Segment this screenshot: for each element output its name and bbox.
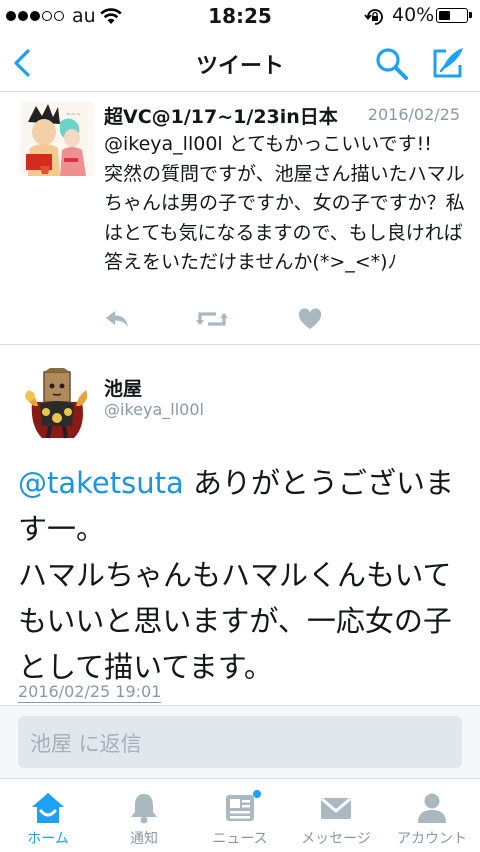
person-icon xyxy=(384,791,480,825)
avatar[interactable]: ~~~ xyxy=(20,102,94,176)
tweet-timestamp[interactable]: 2016/02/25 19:01 xyxy=(18,682,162,703)
battery-icon xyxy=(436,8,472,23)
tweet-text: @taketsuta ありがとうございます一。 ハマルちゃんもハマルくんもいても… xyxy=(18,460,468,690)
home-icon xyxy=(0,791,96,825)
battery-percentage: 40% xyxy=(392,4,435,26)
tab-notifications[interactable]: 通知 xyxy=(96,779,192,852)
rotation-lock-icon xyxy=(364,7,386,31)
reply-input[interactable]: 池屋 に返信 xyxy=(18,716,462,768)
reply-bar: 池屋 に返信 xyxy=(0,705,480,779)
display-name[interactable]: 超VC@1/17~1/23in日本 xyxy=(104,102,338,129)
tab-label: アカウント xyxy=(397,831,467,847)
tab-bar: ホーム 通知 ニュース メッセージ アカウント xyxy=(0,779,480,852)
tweet-date: 2016/02/25 xyxy=(367,105,460,124)
avatar[interactable] xyxy=(20,366,94,440)
tab-label: 通知 xyxy=(130,831,158,847)
like-heart-icon[interactable] xyxy=(298,308,322,334)
svg-text:~~~: ~~~ xyxy=(66,111,81,118)
search-icon[interactable] xyxy=(374,46,410,86)
bell-icon xyxy=(96,791,192,825)
tweet-first-line: @taketsuta ありがとうございます一。 xyxy=(18,460,468,552)
tweet-text-para2: ハマルちゃんもハマルくんもいてもいいと思いますが、一応女の子として描いてます。 xyxy=(18,558,452,684)
envelope-icon xyxy=(288,791,384,825)
tab-label: メッセージ xyxy=(301,831,371,847)
news-icon xyxy=(192,791,288,825)
tab-label: ホーム xyxy=(27,831,69,847)
reply-icon[interactable] xyxy=(104,308,130,334)
unread-dot-badge xyxy=(253,790,261,798)
tab-label: ニュース xyxy=(212,831,268,847)
mention-link[interactable]: @taketsuta xyxy=(18,466,184,500)
tab-messages[interactable]: メッセージ xyxy=(288,779,384,852)
reply-tweet[interactable]: ~~~ 超VC@1/17~1/23in日本 2016/02/25 @ikeya_… xyxy=(0,92,480,345)
tab-home[interactable]: ホーム xyxy=(0,779,96,852)
tab-news[interactable]: ニュース xyxy=(192,779,288,852)
display-name[interactable]: 池屋 xyxy=(104,374,142,401)
user-handle[interactable]: @ikeya_ll00l xyxy=(104,400,204,419)
navigation-bar: ツイート xyxy=(0,32,480,92)
tweet-text: @ikeya_ll00l とてもかっこいいです!! 突然の質問ですが、池屋さん描… xyxy=(104,133,465,273)
compose-tweet-icon[interactable] xyxy=(430,45,466,85)
status-bar: au 18:25 40% xyxy=(0,0,480,32)
tab-account[interactable]: アカウント xyxy=(384,779,480,852)
retweet-icon[interactable] xyxy=(196,308,228,334)
